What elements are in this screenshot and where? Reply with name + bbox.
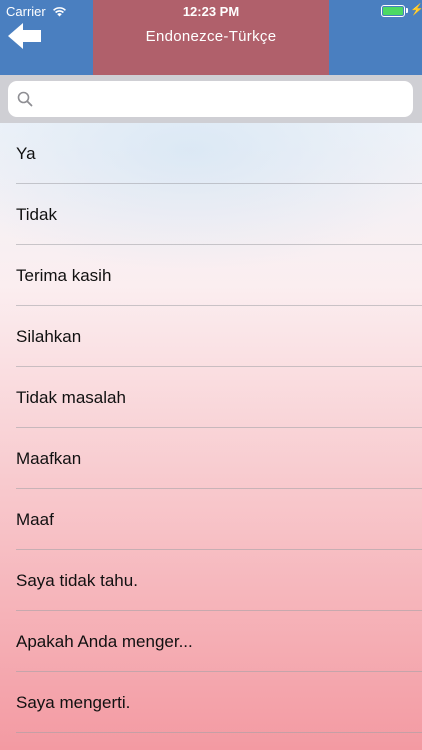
charging-icon: ⚡: [410, 4, 422, 16]
list-item[interactable]: Saya tidak tahu.: [0, 550, 422, 611]
phrase-list: Ya Tidak Terima kasih Silahkan Tidak mas…: [0, 123, 422, 733]
list-item-label: Tidak: [16, 205, 57, 224]
list-item-label: Tidak masalah: [16, 388, 126, 407]
search-input[interactable]: [38, 85, 406, 113]
nav-bar: Carrier 12:23 PM ⚡ Endonezce-Türkçe: [0, 0, 422, 75]
list-item[interactable]: Saya mengerti.: [0, 672, 422, 733]
list-item-label: Maaf: [16, 510, 54, 529]
list-item[interactable]: Maafkan: [0, 428, 422, 489]
list-item[interactable]: Terima kasih: [0, 245, 422, 306]
row-separator: [16, 732, 422, 733]
status-time: 12:23 PM: [182, 4, 240, 19]
list-item[interactable]: Tidak: [0, 184, 422, 245]
list-item-label: Silahkan: [16, 327, 82, 346]
status-bar: Carrier 12:23 PM ⚡: [0, 0, 422, 22]
search-field[interactable]: [8, 81, 413, 117]
list-item-label: Ya: [16, 144, 36, 163]
battery-tip: [406, 8, 408, 13]
list-item-label: Saya tidak tahu.: [16, 571, 138, 590]
list-item[interactable]: Ya: [0, 123, 422, 184]
list-item-label: Apakah Anda menger...: [16, 632, 193, 651]
arrow-left-icon: [8, 23, 41, 49]
page-title: Endonezce-Türkçe: [145, 28, 277, 45]
list-item-label: Maafkan: [16, 449, 82, 468]
list-item-label: Saya mengerti.: [16, 693, 131, 712]
list-item[interactable]: Maaf: [0, 489, 422, 550]
app-screen: Carrier 12:23 PM ⚡ Endonezce-Türkçe Ya T…: [0, 0, 422, 750]
battery-icon: [381, 5, 405, 17]
list-item[interactable]: Apakah Anda menger...: [0, 611, 422, 672]
list-item[interactable]: Silahkan: [0, 306, 422, 367]
search-bar: [0, 75, 422, 123]
search-icon: [17, 91, 33, 107]
list-item-label: Terima kasih: [16, 266, 112, 285]
list-item[interactable]: Tidak masalah: [0, 367, 422, 428]
back-button[interactable]: [6, 20, 44, 52]
